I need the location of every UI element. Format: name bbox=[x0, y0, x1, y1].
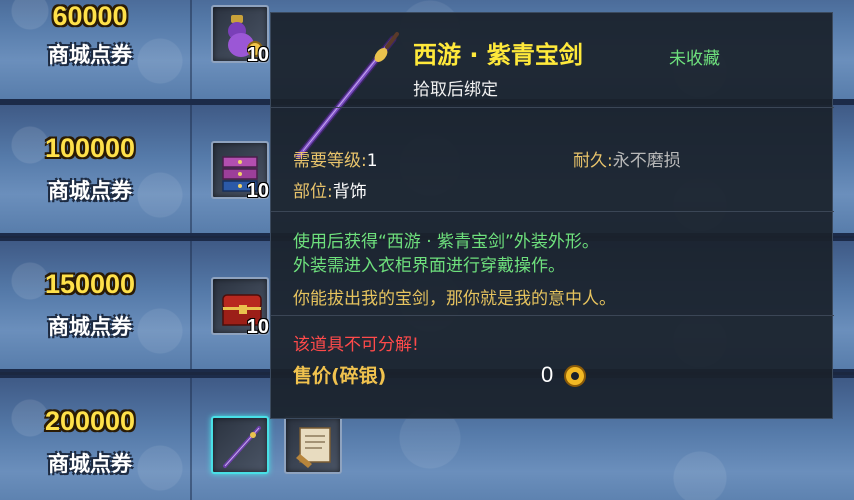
no-decompose-warning: 该道具不可分解! bbox=[293, 335, 419, 355]
flavor-text: 你能拔出我的宝剑，那你就是我的意中人。 bbox=[293, 289, 616, 309]
row-divider bbox=[190, 0, 192, 99]
reward-amount: 100000 bbox=[44, 133, 136, 163]
durability: 耐久:永不磨损 bbox=[573, 146, 681, 171]
reward-item-slot[interactable]: 10 bbox=[211, 5, 269, 66]
reward-amount: 60000 bbox=[52, 1, 128, 31]
reward-item-slot[interactable] bbox=[211, 416, 269, 474]
purple-sword-icon bbox=[289, 31, 399, 165]
reward-amount: 200000 bbox=[44, 406, 136, 436]
row-divider bbox=[190, 105, 192, 233]
sell-price-value: 0 bbox=[541, 362, 554, 387]
durability-value: 永不磨损 bbox=[612, 151, 681, 171]
description-line: 使用后获得“西游 · 紫青宝剑”外装外形。 bbox=[293, 232, 599, 252]
purple-sword-icon bbox=[223, 426, 261, 468]
level-label: 需要等级: bbox=[293, 151, 367, 171]
collection-status: 未收藏 bbox=[669, 49, 720, 69]
reward-item-slot[interactable]: 10 bbox=[211, 277, 269, 338]
reward-currency: 商城点券 bbox=[48, 315, 132, 339]
reward-item-slot[interactable]: 10 bbox=[211, 141, 269, 202]
item-tooltip: 西游 · 紫青宝剑 未收藏 拾取后绑定 需要等级:1 耐久:永不磨损 部位:背饰… bbox=[270, 12, 834, 419]
slot-label: 部位: bbox=[293, 182, 333, 202]
level-requirement: 需要等级:1 bbox=[293, 146, 378, 171]
row-divider bbox=[190, 378, 192, 500]
equip-slot: 部位:背饰 bbox=[293, 177, 367, 202]
reward-amount: 150000 bbox=[44, 269, 136, 299]
description-line: 外装需进入衣柜界面进行穿戴操作。 bbox=[293, 256, 565, 276]
tooltip-separator bbox=[271, 315, 834, 316]
scroll-icon bbox=[296, 427, 331, 468]
reward-currency: 商城点券 bbox=[48, 43, 132, 67]
silver-coin-icon bbox=[563, 364, 587, 392]
reward-currency: 商城点券 bbox=[48, 179, 132, 203]
sell-price-label: 售价(碎银) bbox=[293, 365, 387, 387]
row-divider bbox=[190, 241, 192, 369]
tooltip-separator bbox=[271, 107, 834, 108]
durability-label: 耐久: bbox=[573, 151, 613, 171]
reward-currency: 商城点券 bbox=[48, 452, 132, 476]
item-name: 西游 · 紫青宝剑 bbox=[413, 41, 583, 69]
item-count: 10 bbox=[246, 44, 269, 66]
item-count: 10 bbox=[246, 316, 269, 338]
item-count: 10 bbox=[246, 180, 269, 202]
slot-value: 背饰 bbox=[332, 182, 367, 202]
level-value: 1 bbox=[366, 151, 378, 171]
binding-text: 拾取后绑定 bbox=[413, 80, 498, 100]
reward-item-slot[interactable] bbox=[284, 416, 342, 474]
tooltip-separator bbox=[271, 211, 834, 212]
